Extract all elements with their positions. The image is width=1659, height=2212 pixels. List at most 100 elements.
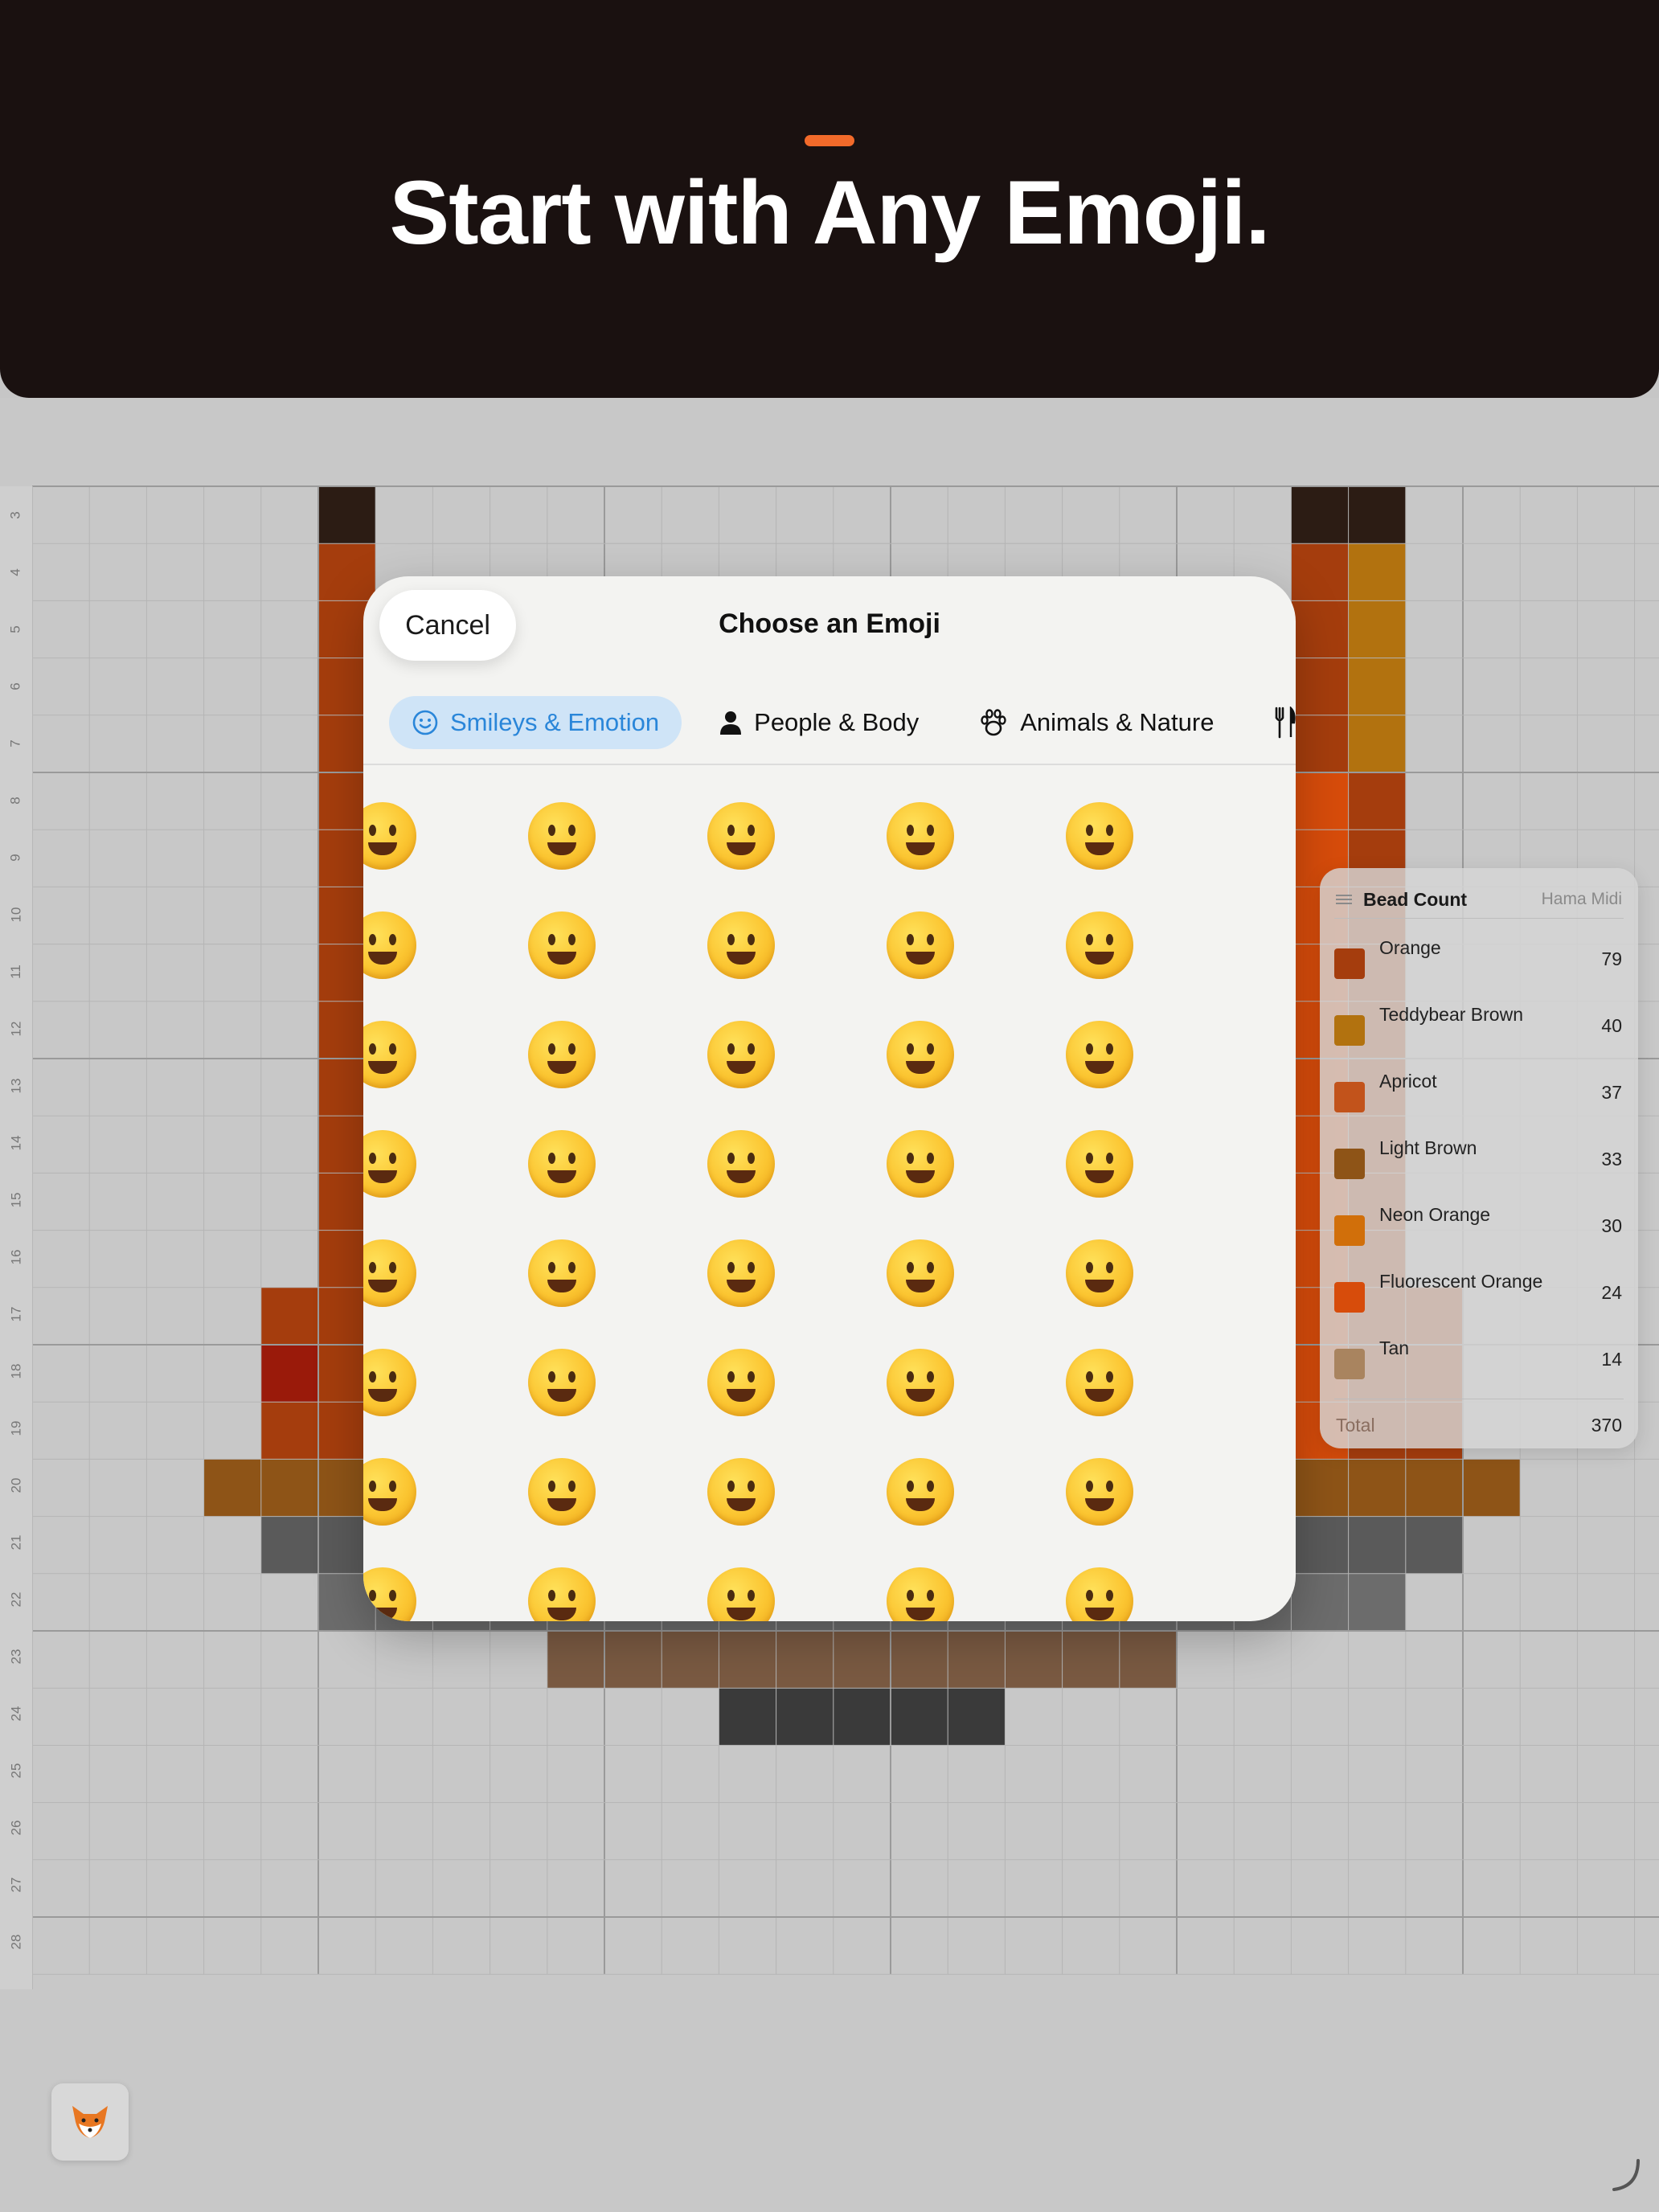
emoji-thinking-face[interactable]: [1010, 1437, 1189, 1546]
bead-count-panel[interactable]: Bead Count Hama Midi Orange 79 Teddybear B…: [1320, 868, 1638, 1448]
emoji-zany-face[interactable]: [472, 1328, 651, 1437]
bead-cell[interactable]: [1291, 1459, 1349, 1517]
bead-cell[interactable]: [547, 1631, 604, 1689]
emoji-star-struck[interactable]: [472, 1109, 651, 1219]
emoji-zipper-mouth-face[interactable]: [472, 1546, 651, 1621]
emoji-face-with-raised-eyebrow[interactable]: [651, 1546, 830, 1621]
bead-cell[interactable]: [1291, 1573, 1349, 1631]
emoji-expressionless-face[interactable]: [1010, 1546, 1189, 1621]
emoji-grinning-squinting-face[interactable]: [1010, 781, 1189, 891]
emoji-smiling-face-with-heart-eyes[interactable]: [363, 1109, 472, 1219]
bead-row[interactable]: Tan 14: [1334, 1329, 1624, 1389]
emoji-winking-face[interactable]: [472, 1000, 651, 1109]
bead-cell[interactable]: [1005, 1631, 1063, 1689]
emoji-rolling-on-the-floor-laughing[interactable]: [472, 891, 651, 1000]
bead-cell[interactable]: [1348, 1459, 1406, 1517]
emoji-source-button[interactable]: [51, 2083, 129, 2161]
emoji-melting-face[interactable]: [363, 1000, 472, 1109]
bead-cell[interactable]: [1348, 1516, 1406, 1574]
emoji-saluting-face[interactable]: [363, 1546, 472, 1621]
bead-cell[interactable]: [1291, 657, 1349, 715]
bead-row[interactable]: Teddybear Brown 40: [1334, 996, 1624, 1055]
bead-row[interactable]: Apricot 37: [1334, 1063, 1624, 1122]
bead-cell[interactable]: [776, 1631, 834, 1689]
bead-cell[interactable]: [719, 1688, 776, 1746]
emoji-face-blowing-a-kiss[interactable]: [651, 1109, 830, 1219]
tab-animals-nature[interactable]: Animals & Nature: [956, 696, 1236, 749]
emoji-face-with-peeking-eye[interactable]: [651, 1437, 830, 1546]
bead-cell[interactable]: [1348, 600, 1406, 658]
bead-cell[interactable]: [776, 1688, 834, 1746]
emoji-face-with-tears-of-joy[interactable]: [651, 891, 830, 1000]
resize-corner-icon[interactable]: [1608, 2154, 1656, 2202]
emoji-squinting-face-with-tongue[interactable]: [651, 1328, 830, 1437]
bead-cell[interactable]: [662, 1631, 719, 1689]
bead-cell[interactable]: [833, 1688, 891, 1746]
tab-food-drink[interactable]: [1251, 696, 1296, 749]
emoji-beaming-face-with-smiling-eyes[interactable]: [830, 781, 1010, 891]
bead-cell[interactable]: [260, 1459, 318, 1517]
bead-cell[interactable]: [1405, 1516, 1463, 1574]
bead-cell[interactable]: [260, 1287, 318, 1345]
emoji-face-savoring-food[interactable]: [830, 1219, 1010, 1328]
bead-cell[interactable]: [318, 486, 376, 544]
emoji-money-mouth-face[interactable]: [830, 1328, 1010, 1437]
bead-cell[interactable]: [203, 1459, 261, 1517]
emoji-smiling-face-with-tear[interactable]: [651, 1219, 830, 1328]
drag-handle-icon[interactable]: [1336, 895, 1352, 904]
bead-cell[interactable]: [1348, 657, 1406, 715]
emoji-grinning-face-with-big-eyes[interactable]: [472, 781, 651, 891]
emoji-kissing-face-with-closed-eyes[interactable]: [363, 1219, 472, 1328]
bead-cell[interactable]: [948, 1688, 1006, 1746]
emoji-kissing-face-with-smiling-eyes[interactable]: [472, 1219, 651, 1328]
emoji-smiling-face-with-open-hands[interactable]: [1010, 1328, 1189, 1437]
bead-cell[interactable]: [1291, 543, 1349, 601]
emoji-slightly-smiling-face[interactable]: [830, 891, 1010, 1000]
bead-cell[interactable]: [719, 1631, 776, 1689]
bead-row[interactable]: Light Brown 33: [1334, 1129, 1624, 1189]
bead-cell[interactable]: [260, 1516, 318, 1574]
bead-cell[interactable]: [1291, 600, 1349, 658]
emoji-winking-face-with-tongue[interactable]: [363, 1328, 472, 1437]
bead-row[interactable]: Fluorescent Orange 24: [1334, 1263, 1624, 1322]
emoji-grinning-face-with-sweat[interactable]: [363, 891, 472, 1000]
bead-cell[interactable]: [1119, 1631, 1177, 1689]
bead-cell[interactable]: [1291, 772, 1349, 830]
tab-people-body[interactable]: People & Body: [696, 696, 941, 749]
bead-row[interactable]: Orange 79: [1334, 929, 1624, 989]
tab-smileys-emotion[interactable]: Smileys & Emotion: [389, 696, 682, 749]
emoji-smiling-face[interactable]: [1010, 1109, 1189, 1219]
bead-row[interactable]: Neon Orange 30: [1334, 1196, 1624, 1256]
emoji-grinning-face[interactable]: [363, 781, 472, 891]
emoji-kissing-face[interactable]: [830, 1109, 1010, 1219]
emoji-shushing-face[interactable]: [830, 1437, 1010, 1546]
emoji-upside-down-face[interactable]: [1010, 891, 1189, 1000]
emoji-face-with-open-eyes-and-hand-over-mouth[interactable]: [472, 1437, 651, 1546]
bead-cell[interactable]: [260, 1402, 318, 1460]
bead-cell[interactable]: [1348, 486, 1406, 544]
bead-cell[interactable]: [1291, 486, 1349, 544]
bead-cell[interactable]: [1405, 1459, 1463, 1517]
bead-cell[interactable]: [948, 1631, 1006, 1689]
bead-cell[interactable]: [1463, 1459, 1521, 1517]
bead-cell[interactable]: [260, 1345, 318, 1403]
emoji-grinning-face-with-smiling-eyes[interactable]: [651, 781, 830, 891]
bead-cell[interactable]: [833, 1631, 891, 1689]
emoji-face-with-tongue[interactable]: [1010, 1219, 1189, 1328]
bead-cell[interactable]: [891, 1631, 948, 1689]
bead-cell[interactable]: [891, 1688, 948, 1746]
bead-cell[interactable]: [318, 543, 376, 601]
bead-cell[interactable]: [1348, 1573, 1406, 1631]
bead-cell[interactable]: [1348, 772, 1406, 830]
bead-cell[interactable]: [1348, 715, 1406, 772]
emoji-face-with-hand-over-mouth[interactable]: [363, 1437, 472, 1546]
bead-cell[interactable]: [604, 1631, 662, 1689]
bead-cell[interactable]: [1062, 1631, 1120, 1689]
emoji-smiling-face-with-smiling-eyes[interactable]: [651, 1000, 830, 1109]
bead-cell[interactable]: [1348, 543, 1406, 601]
bead-cell[interactable]: [1291, 715, 1349, 772]
emoji-smiling-face-with-hearts[interactable]: [1010, 1000, 1189, 1109]
emoji-neutral-face[interactable]: [830, 1546, 1010, 1621]
bead-cell[interactable]: [1291, 1516, 1349, 1574]
emoji-smiling-face-with-halo[interactable]: [830, 1000, 1010, 1109]
